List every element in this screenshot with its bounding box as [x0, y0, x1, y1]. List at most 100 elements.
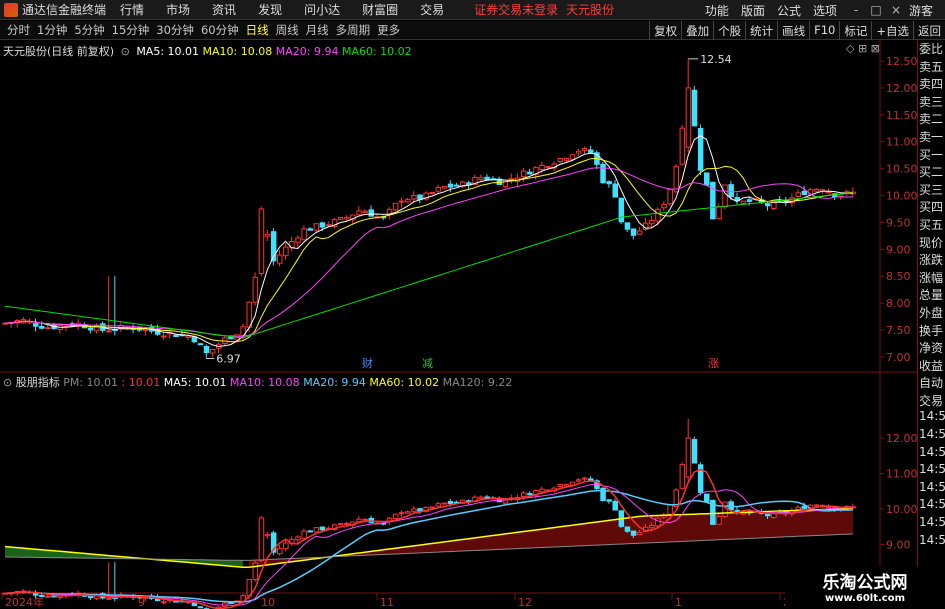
quote-field-18: 收益 [919, 358, 944, 373]
login-warning[interactable]: 证券交易未登录 [474, 1, 558, 18]
period-tab-8[interactable]: 月线 [306, 23, 329, 37]
event-marker-0: 财 [362, 356, 373, 370]
menu-item-discover[interactable]: 发现 [258, 1, 282, 18]
menu-formula[interactable]: 公式 [777, 2, 801, 19]
sub-candle-body [655, 517, 661, 527]
quote-field-7: 买二 [919, 165, 944, 180]
candle-body [655, 208, 661, 222]
sub-settings-icon[interactable]: ⊙ [3, 376, 12, 389]
quote-field-1: 卖五 [919, 59, 944, 74]
candle-body [618, 197, 625, 223]
sub-candle-body [563, 483, 570, 487]
period-tab-9[interactable]: 多周期 [336, 23, 371, 37]
period-tab-6[interactable]: 日线 [246, 23, 269, 37]
sub-candle-body [344, 522, 350, 525]
sub-candle-body [307, 530, 313, 533]
event-marker-1: 减 [422, 357, 433, 370]
quote-field-19: 自动 [919, 376, 944, 391]
menu-item-wealth[interactable]: 财富圈 [362, 1, 398, 18]
candle-body [527, 171, 533, 175]
sub-candle-body [161, 601, 167, 604]
quote-field-21: 14:56 [919, 409, 945, 424]
sub-candle-body [575, 479, 582, 482]
candle-body [765, 203, 771, 207]
candle-body [685, 87, 692, 148]
candle-body [624, 222, 631, 230]
quote-field-5: 卖一 [919, 129, 944, 144]
period-tab-4[interactable]: 30分钟 [156, 23, 194, 37]
kline-chart[interactable]: 12.50 12.00 11.50 11.00 10.50 10.00 9.50 9.00 8.… [0, 40, 917, 609]
sub-candle-body [447, 501, 454, 504]
menu-item-ask[interactable]: 问小达 [304, 1, 340, 18]
sub-candle-body [716, 515, 722, 525]
candle-body [45, 327, 51, 330]
period-tab-1[interactable]: 1分钟 [37, 23, 67, 37]
candle-body [295, 237, 301, 243]
quote-field-10: 买五 [919, 217, 944, 232]
candle-body [453, 184, 460, 187]
tool-button-3[interactable]: 统计 [745, 21, 777, 40]
settings-icon[interactable]: ⊙ [121, 45, 130, 58]
panel-controls[interactable]: ◇ ⊞ ⊠ [846, 42, 880, 55]
tool-button-0[interactable]: 复权 [649, 21, 681, 40]
tool-button-1[interactable]: 叠加 [681, 21, 713, 40]
candle-body [606, 181, 612, 185]
candle-body [722, 184, 728, 208]
sub-candle-body [606, 499, 612, 502]
candle-body [307, 228, 313, 231]
sub-candle-body [319, 526, 326, 531]
sub-y-tick-label: 12.00 [886, 432, 917, 445]
sub-candle-body [301, 530, 307, 539]
tool-button-2[interactable]: 个股 [713, 21, 745, 40]
candle-body [826, 191, 832, 194]
candle-body [368, 209, 374, 217]
candle-body [161, 335, 167, 338]
menu-layout[interactable]: 版面 [741, 2, 765, 19]
candle-body [728, 184, 734, 198]
period-tab-7[interactable]: 周线 [276, 23, 299, 37]
menu-options[interactable]: 选项 [813, 2, 837, 19]
close-icon[interactable]: × [889, 3, 903, 17]
menu-item-exchange[interactable]: 市场 [166, 1, 190, 18]
candle-body [588, 149, 594, 153]
candle-body [173, 334, 179, 338]
menu-function[interactable]: 功能 [705, 2, 729, 19]
sub-ma60-label: MA60: 10.02 [369, 376, 440, 389]
menu-item-trade[interactable]: 交易 [420, 1, 444, 18]
tool-button-6[interactable]: 标记 [839, 21, 871, 40]
sub-candle-body [765, 513, 771, 517]
candle-body [563, 157, 570, 161]
candle-body [39, 325, 45, 329]
period-tab-10[interactable]: 更多 [377, 23, 400, 37]
maximize-icon[interactable]: □ [869, 3, 883, 17]
quote-field-25: 14:56 [919, 479, 945, 494]
period-tab-5[interactable]: 60分钟 [201, 23, 239, 37]
candle-body [649, 220, 655, 225]
candle-body [716, 206, 722, 220]
period-tab-2[interactable]: 5分钟 [74, 23, 104, 37]
candle-body [362, 210, 368, 213]
ma5-line [4, 135, 853, 348]
sub-candle-body [33, 593, 39, 596]
sub-pm-label: PM: 10.01 [63, 376, 119, 389]
tool-button-4[interactable]: 画线 [777, 21, 809, 40]
guest-user[interactable]: 游客 [909, 2, 933, 19]
tool-button-8[interactable]: 返回 [913, 21, 945, 40]
period-tab-0[interactable]: 分时 [7, 23, 30, 37]
tool-button-5[interactable]: F10 [809, 21, 839, 40]
minimize-icon[interactable]: - [849, 3, 863, 17]
sub-candle-body [636, 531, 643, 536]
quote-field-17: 净资 [919, 341, 944, 356]
tool-button-7[interactable]: +自选 [871, 21, 913, 40]
sub-candle-body [252, 562, 259, 580]
candle-body [411, 194, 417, 200]
x-tick-label: 2024年 [5, 595, 44, 609]
ma20-label: MA20: 9.94 [275, 45, 339, 58]
period-tab-3[interactable]: 15分钟 [112, 23, 150, 37]
sub-candle-body [429, 506, 435, 509]
quote-field-9: 买四 [919, 200, 944, 215]
ma60-label: MA60: 10.02 [341, 45, 412, 58]
menu-item-market[interactable]: 行情 [120, 1, 144, 18]
candle-body [283, 246, 289, 257]
menu-item-news[interactable]: 资讯 [212, 1, 236, 18]
